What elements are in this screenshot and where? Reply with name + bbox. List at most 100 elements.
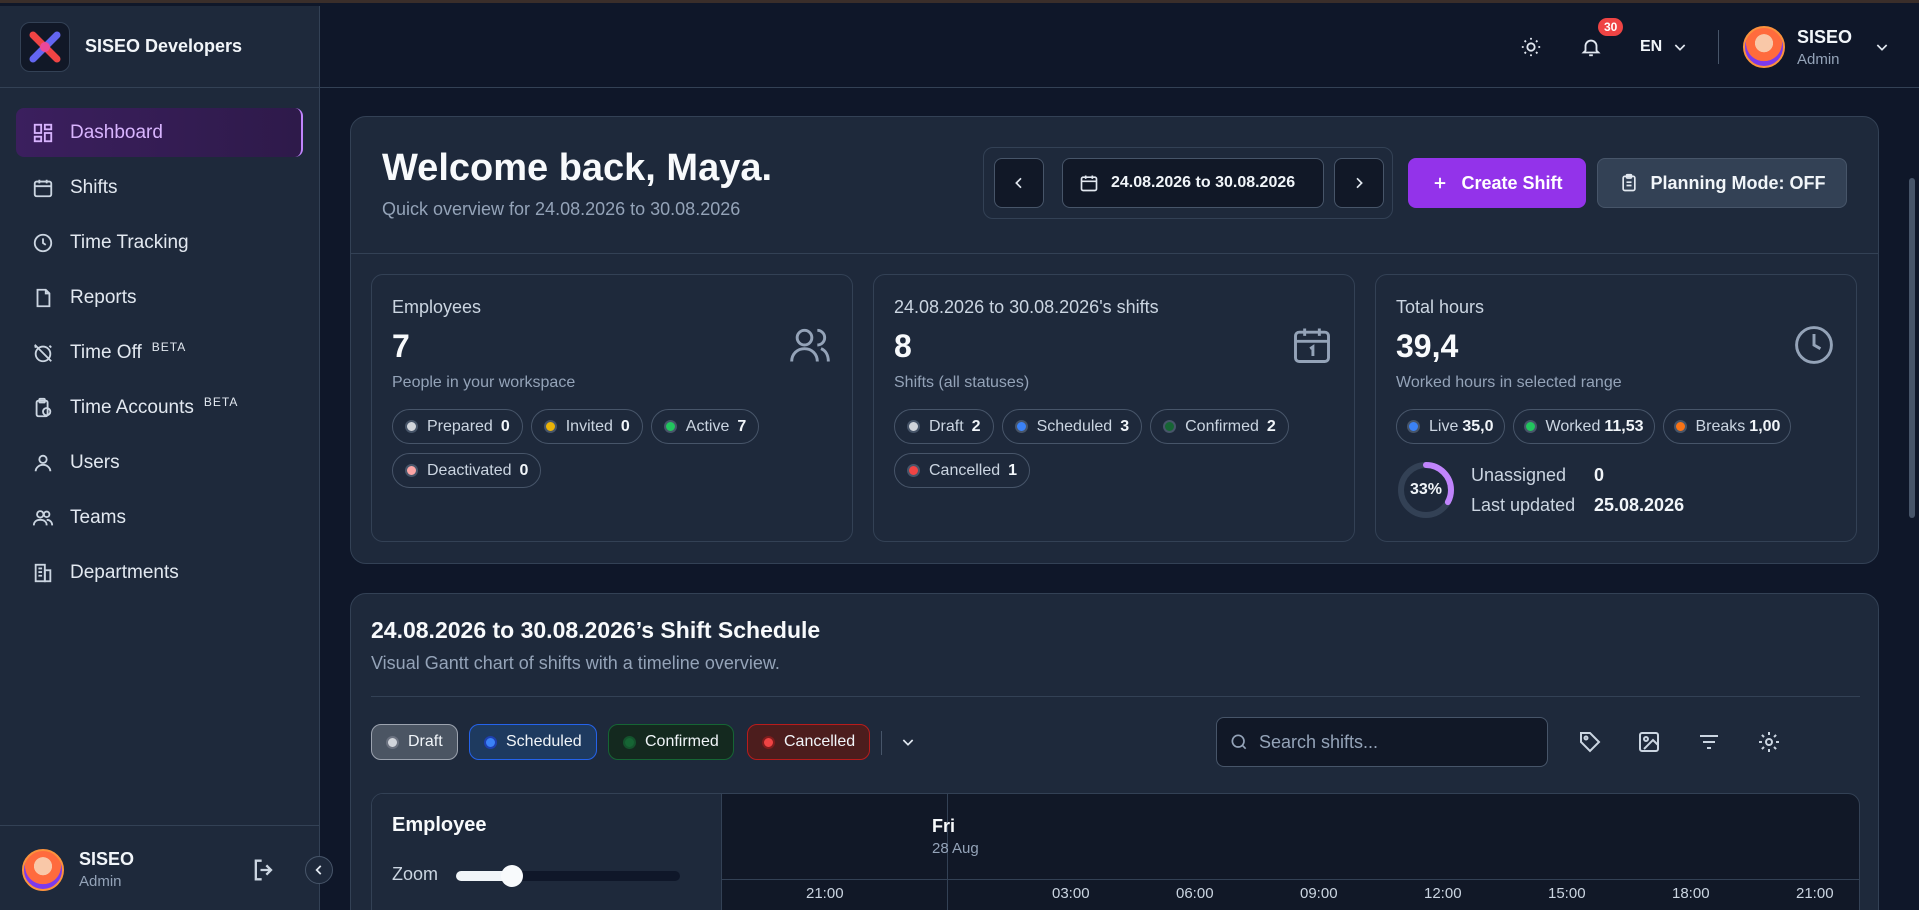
pill-label: Breaks: [1695, 417, 1746, 435]
theme-toggle-button[interactable]: [1520, 6, 1542, 88]
date-range-picker[interactable]: 24.08.2026 to 30.08.2026: [1062, 158, 1324, 208]
stat-label: Total hours: [1396, 297, 1485, 317]
sidebar-item-label: Teams: [70, 506, 126, 528]
last-updated-value: 25.08.2026: [1594, 495, 1685, 515]
user-menu[interactable]: SISEO Admin: [1743, 6, 1890, 88]
status-pill-active[interactable]: Active 7: [650, 409, 760, 444]
filter-scheduled[interactable]: Scheduled: [469, 724, 597, 760]
sidebar-item-teams[interactable]: Teams: [16, 493, 303, 542]
sidebar-item-time-off[interactable]: Time Off BETA: [16, 328, 303, 377]
tag-icon: [1580, 732, 1601, 753]
previous-range-button[interactable]: [994, 158, 1044, 208]
hours-pill-worked[interactable]: Worked 11,53: [1512, 409, 1655, 444]
tags-button[interactable]: [1573, 725, 1607, 759]
date-range-label: 24.08.2026 to 30.08.2026: [1111, 174, 1296, 191]
hours-pill-live[interactable]: Live 35,0: [1396, 409, 1505, 444]
pill-label: Cancelled: [929, 461, 1001, 479]
next-range-button[interactable]: [1334, 158, 1384, 208]
filter-draft[interactable]: Draft: [371, 724, 458, 760]
search-input[interactable]: [1259, 731, 1529, 753]
settings-button[interactable]: [1752, 725, 1786, 759]
last-updated-label: Last updated: [1471, 495, 1576, 515]
gantt-time-label: 21:00: [1796, 885, 1834, 902]
chevron-down-icon: [1674, 44, 1686, 51]
filter-label: Draft: [408, 733, 443, 750]
shift-schedule-card: 24.08.2026 to 30.08.2026’s Shift Schedul…: [350, 593, 1879, 910]
image-icon: [1639, 732, 1659, 752]
sidebar-item-label: Departments: [70, 561, 179, 583]
topbar-divider: [1718, 30, 1719, 64]
status-pill-prepared[interactable]: Prepared 0: [392, 409, 523, 444]
scrollbar[interactable]: [1903, 88, 1919, 910]
planning-mode-label: Planning Mode: OFF: [1650, 172, 1826, 193]
building-icon: [30, 560, 56, 586]
notifications-button[interactable]: 30: [1580, 6, 1624, 88]
sidebar-item-users[interactable]: Users: [16, 438, 303, 487]
gantt-time-label: 21:00: [806, 885, 844, 902]
status-dot: [405, 464, 418, 477]
sidebar-item-time-tracking[interactable]: Time Tracking: [16, 218, 303, 267]
sidebar-item-shifts[interactable]: Shifts: [16, 163, 303, 212]
pill-label: Active: [685, 417, 730, 435]
brand-logo-icon[interactable]: [20, 21, 70, 72]
planning-mode-button[interactable]: Planning Mode: OFF: [1597, 158, 1847, 208]
notification-count-badge: 30: [1598, 18, 1624, 36]
filter-cancelled[interactable]: Cancelled: [747, 724, 871, 760]
zoom-slider-handle[interactable]: [500, 865, 523, 887]
stat-description: People in your workspace: [392, 374, 576, 391]
logout-icon[interactable]: [250, 856, 278, 889]
status-dot: [405, 420, 418, 433]
gantt-chart: Employee Zoom Fri 28 Aug 21:00 03:00 06:…: [371, 793, 1860, 910]
more-filters-button[interactable]: [891, 725, 925, 759]
gantt-time-label: 18:00: [1672, 885, 1710, 902]
welcome-card: Welcome back, Maya. Quick overview for 2…: [350, 116, 1879, 564]
sidebar-item-dashboard[interactable]: Dashboard: [16, 108, 303, 157]
collapse-sidebar-button[interactable]: [305, 856, 333, 884]
last-updated-row: Last updated 25.08.2026: [1471, 495, 1684, 516]
status-pill-invited[interactable]: Invited 0: [530, 409, 643, 444]
pill-label: Deactivated: [427, 461, 512, 479]
stat-value: 39,4: [1396, 328, 1459, 364]
status-pill-draft[interactable]: Draft 2: [894, 409, 994, 444]
language-selector[interactable]: EN: [1640, 6, 1688, 88]
gantt-time-label: 06:00: [1176, 885, 1214, 902]
employee-status-pills: Prepared 0 Invited 0 Active 7 Deactivated 0: [392, 409, 842, 488]
beta-badge: BETA: [203, 394, 239, 409]
hours-pill-breaks[interactable]: Breaks 1,00: [1662, 409, 1792, 444]
avatar[interactable]: [22, 848, 64, 891]
pill-count: 1: [1008, 461, 1018, 479]
status-pill-scheduled[interactable]: Scheduled 3: [1001, 409, 1143, 444]
sidebar-item-reports[interactable]: Reports: [16, 273, 303, 322]
zoom-label: Zoom: [392, 864, 439, 884]
chevron-down-icon: [1876, 44, 1888, 51]
status-pill-deactivated[interactable]: Deactivated 0: [392, 453, 542, 488]
status-pill-cancelled[interactable]: Cancelled 1: [894, 453, 1031, 488]
status-dot: [907, 420, 920, 433]
pill-count: 1,00: [1749, 417, 1781, 435]
gantt-time-label: 03:00: [1052, 885, 1090, 902]
schedule-divider: [371, 696, 1860, 697]
sidebar-item-departments[interactable]: Departments: [16, 548, 303, 597]
pill-label: Live: [1429, 417, 1459, 435]
gantt-day-date: 28 Aug: [932, 840, 979, 857]
user-role: Admin: [79, 873, 122, 890]
clipboard-clock-icon: [30, 395, 56, 421]
filter-lines-icon: [1700, 735, 1718, 749]
clock-icon: [30, 230, 56, 256]
status-pill-confirmed[interactable]: Confirmed 2: [1150, 409, 1289, 444]
create-shift-label: Create Shift: [1461, 172, 1563, 193]
sidebar-item-time-accounts[interactable]: Time Accounts BETA: [16, 383, 303, 432]
filter-label: Confirmed: [645, 733, 719, 750]
sidebar-item-label: Shifts: [70, 176, 118, 198]
pill-label: Worked: [1545, 417, 1601, 435]
gantt-day-name: Fri: [932, 816, 956, 836]
image-export-button[interactable]: [1632, 725, 1666, 759]
scroll-thumb[interactable]: [1909, 178, 1915, 518]
zoom-slider[interactable]: [456, 865, 680, 887]
welcome-divider: [351, 253, 1878, 254]
shifts-stat-card: 24.08.2026 to 30.08.2026's shifts 8 Shif…: [873, 274, 1355, 542]
filter-button[interactable]: [1692, 725, 1726, 759]
clock-icon: [1792, 323, 1836, 372]
create-shift-button[interactable]: Create Shift: [1408, 158, 1586, 208]
filter-confirmed[interactable]: Confirmed: [608, 724, 734, 760]
